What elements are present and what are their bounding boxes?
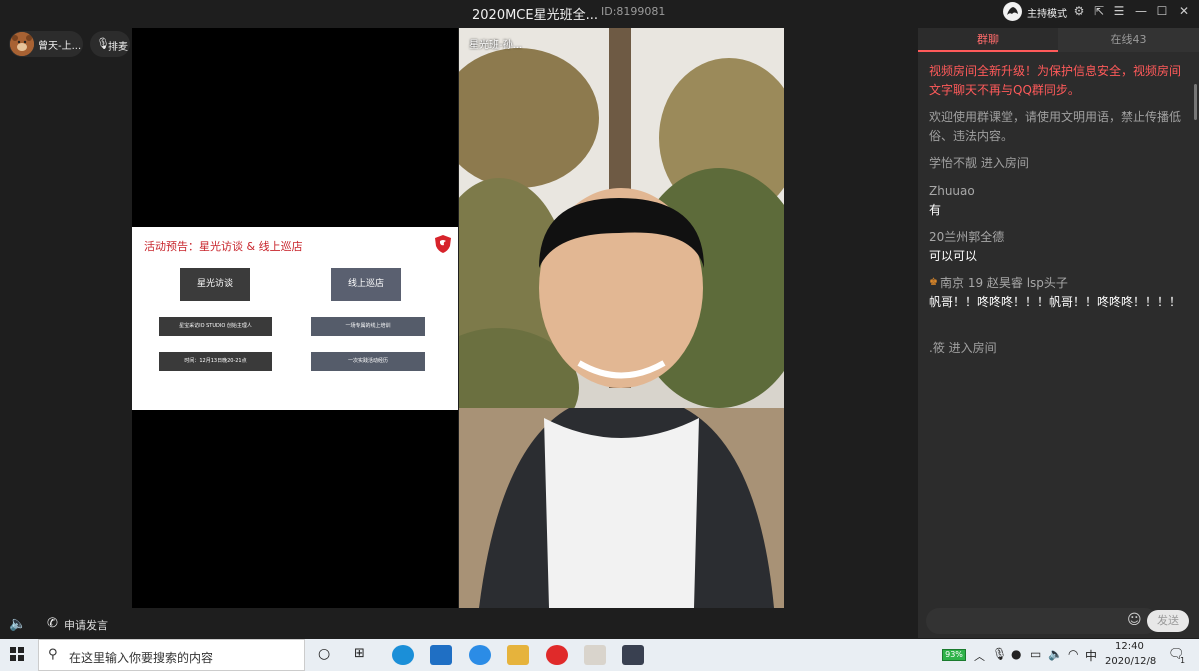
- queue-label: 排麦: [108, 42, 128, 53]
- speaker-video[interactable]: 星光班-孙...: [459, 28, 784, 608]
- qq-tray-icon[interactable]: ●: [1011, 647, 1021, 661]
- message-text: 帆哥！！咚咚咚！！！帆哥！！咚咚咚！！！！: [929, 295, 1182, 309]
- host-avatar-icon: [1003, 2, 1022, 21]
- room-notice: 视频房间全新升级！为保护信息安全，视频房间文字聊天不再与QQ群同步。: [929, 64, 1182, 97]
- system-message: 学怡不靓 进入房间: [929, 156, 1029, 170]
- classroom-app-icon[interactable]: [622, 645, 644, 665]
- message-sender: 南京 19 赵昊睿 lsp头子: [940, 276, 1068, 290]
- task-view-icon[interactable]: ⊞: [354, 646, 365, 661]
- user-name: 曾天-上...: [38, 41, 82, 52]
- maximize-icon[interactable]: ☐: [1154, 3, 1170, 19]
- room-id: ID:8199081: [601, 5, 666, 18]
- message-sender: Zhuuao: [929, 184, 975, 198]
- slide-row: 时间：12月13日晚20-21点: [159, 352, 272, 371]
- phone-icon[interactable]: ✆: [47, 616, 58, 631]
- speaker-icon[interactable]: 🔈: [9, 616, 26, 632]
- welcome-message: 欢迎使用群课堂，请使用文明用语，禁止传播低俗、违法内容。: [929, 110, 1182, 143]
- lark-app-icon[interactable]: [469, 645, 491, 665]
- chat-scrollbar[interactable]: [1194, 84, 1197, 120]
- slide-button-store-tour: 线上巡店: [331, 268, 401, 301]
- speaker-video-frame: [459, 28, 784, 608]
- tab-group-chat[interactable]: 群聊: [918, 28, 1058, 52]
- slide-row: 一场专属的线上培训: [311, 317, 425, 336]
- bear-avatar-icon: [10, 32, 34, 56]
- search-placeholder: 在这里输入你要搜索的内容: [69, 651, 214, 665]
- slide-row: 一次实践活动经历: [311, 352, 425, 371]
- send-button[interactable]: 发送: [1147, 610, 1189, 632]
- msi-shield-logo-icon: [435, 235, 451, 253]
- user-avatar: [10, 32, 34, 56]
- apply-speak-button[interactable]: 申请发言: [64, 617, 108, 633]
- chevron-up-icon[interactable]: ︿: [974, 648, 985, 664]
- emoji-icon[interactable]: ☺: [1127, 612, 1142, 628]
- mail-icon[interactable]: [430, 645, 452, 665]
- windows-start-icon[interactable]: [10, 647, 24, 661]
- message-sender: 20兰州郭全德: [929, 230, 1005, 244]
- slide-row: 星宝采访IO STUDIO 创始主理人: [159, 317, 272, 336]
- message-text: 可以可以: [929, 249, 978, 263]
- qq-app-icon[interactable]: [584, 645, 606, 665]
- chat-panel: 群聊 在线43 视频房间全新升级！为保护信息安全，视频房间文字聊天不再与QQ群同…: [918, 28, 1199, 638]
- slide-button-interview: 星光访谈: [180, 268, 250, 301]
- close-icon[interactable]: ✕: [1176, 3, 1192, 19]
- wifi-icon[interactable]: ◠: [1068, 647, 1078, 661]
- netease-music-icon[interactable]: [546, 645, 568, 665]
- minimize-icon[interactable]: —: [1133, 3, 1149, 19]
- system-message: .筱 进入房间: [929, 341, 997, 355]
- host-mode-label[interactable]: 主持模式: [1027, 5, 1067, 20]
- message-text: 有: [929, 203, 942, 217]
- clock-date[interactable]: 2020/12/8: [1105, 656, 1156, 667]
- host-avatar[interactable]: [1003, 2, 1022, 21]
- menu-icon[interactable]: ☰: [1111, 3, 1127, 19]
- battery-tray-icon[interactable]: ▭: [1030, 647, 1041, 661]
- queue-mic-button[interactable]: 🎙 排麦: [90, 31, 130, 57]
- popout-icon[interactable]: ⇱: [1091, 3, 1107, 19]
- microphone-tray-icon[interactable]: 🎙: [992, 647, 1007, 661]
- battery-indicator[interactable]: 93%: [942, 649, 966, 661]
- taskbar-search[interactable]: ⚲ 在这里输入你要搜索的内容: [38, 639, 305, 671]
- notification-count: 1: [1180, 656, 1186, 665]
- volume-icon[interactable]: 🔈: [1048, 647, 1063, 661]
- cortana-icon[interactable]: ○: [318, 646, 330, 662]
- search-icon: ⚲: [48, 647, 58, 662]
- tab-online-users[interactable]: 在线43: [1058, 28, 1199, 52]
- member-badge-icon: ♚: [929, 277, 938, 288]
- windows-taskbar: ⚲ 在这里输入你要搜索的内容 ○ ⊞ 93% ︿ 🎙 ● ▭ 🔈 ◠ 中 12:…: [0, 639, 1199, 671]
- edge-browser-icon[interactable]: [392, 645, 414, 665]
- window-title: 2020MCE星光班全...: [472, 8, 598, 23]
- title-bar: 2020MCE星光班全... ID:8199081 主持模式 ⚙ ⇱ ☰ — ☐…: [0, 0, 1199, 24]
- video-speaker-name: 星光班-孙...: [469, 40, 523, 51]
- current-user-chip[interactable]: 曾天-上...: [9, 31, 83, 57]
- slide-title: 活动预告：星光访谈 & 线上巡店: [144, 240, 303, 253]
- file-explorer-icon[interactable]: [507, 645, 529, 665]
- chat-input[interactable]: [926, 608, 1158, 634]
- clock-time[interactable]: 12:40: [1115, 641, 1144, 652]
- shared-slide: 活动预告：星光访谈 & 线上巡店 星光访谈 线上巡店 星宝采访IO STUDIO…: [132, 227, 458, 410]
- app-window: 2020MCE星光班全... ID:8199081 主持模式 ⚙ ⇱ ☰ — ☐…: [0, 0, 1199, 671]
- settings-icon[interactable]: ⚙: [1071, 3, 1087, 19]
- ime-indicator[interactable]: 中: [1085, 647, 1097, 664]
